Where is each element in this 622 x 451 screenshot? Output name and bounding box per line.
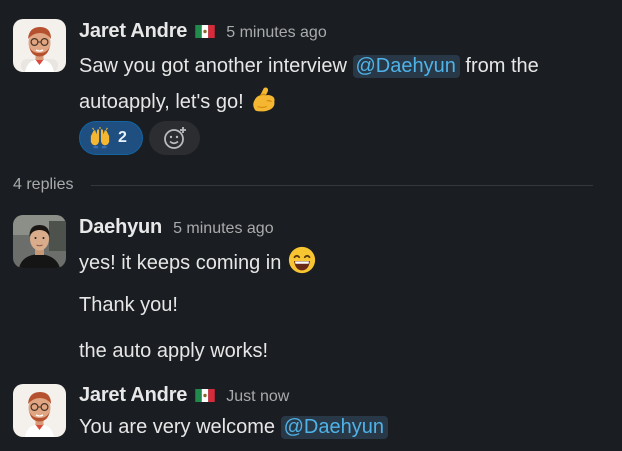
flexed-biceps-icon [249, 84, 279, 114]
message-text: yes! it keeps coming in [79, 252, 287, 274]
message-body: You are very welcome @Daehyun [79, 411, 388, 443]
reply-text-line: the auto apply works! [79, 340, 268, 362]
message-body-line-2: autoapply, let's go! [79, 84, 279, 118]
message-header: Jaret Andre 5 minutes ago [79, 20, 327, 43]
avatar-jaret[interactable] [13, 384, 66, 437]
reactions-bar: 2 [79, 121, 200, 155]
message-timestamp[interactable]: 5 minutes ago [173, 220, 274, 238]
message-text: autoapply, let's go! [79, 91, 250, 113]
author-name[interactable]: Jaret Andre [79, 20, 187, 43]
mexico-flag-icon [195, 389, 215, 402]
replies-count: 4 replies [13, 176, 74, 193]
reaction-raising-hands[interactable]: 2 [79, 121, 143, 155]
message-text: You are very welcome [79, 416, 281, 438]
message-thread: Jaret Andre 5 minutes ago Saw you got an… [0, 0, 622, 451]
message-header: Daehyun 5 minutes ago [79, 216, 274, 239]
add-reaction-icon [163, 127, 186, 149]
reply-text-line: Thank you! [79, 294, 178, 316]
user-mention[interactable]: @Daehyun [280, 416, 388, 439]
reply-text-line: yes! it keeps coming in [79, 245, 317, 279]
avatar-jaret[interactable] [13, 19, 66, 72]
avatar-daehyun[interactable] [13, 215, 66, 268]
add-reaction-button[interactable] [149, 121, 200, 155]
author-name[interactable]: Jaret Andre [79, 384, 187, 407]
message-timestamp[interactable]: Just now [226, 388, 289, 406]
message-text: from the [459, 55, 539, 77]
divider-line [91, 184, 593, 186]
message-header: Jaret Andre Just now [79, 384, 289, 407]
reaction-count: 2 [118, 129, 127, 146]
mexico-flag-icon [195, 25, 215, 38]
author-name[interactable]: Daehyun [79, 216, 162, 239]
message-body: Saw you got another interview @Daehyun f… [79, 50, 539, 82]
user-mention[interactable]: @Daehyun [352, 55, 460, 78]
grinning-smile-icon [287, 245, 317, 275]
message-text: Saw you got another interview [79, 55, 353, 77]
message-timestamp[interactable]: 5 minutes ago [226, 24, 327, 42]
raising-hands-icon [89, 127, 111, 149]
replies-divider: 4 replies [13, 176, 593, 194]
